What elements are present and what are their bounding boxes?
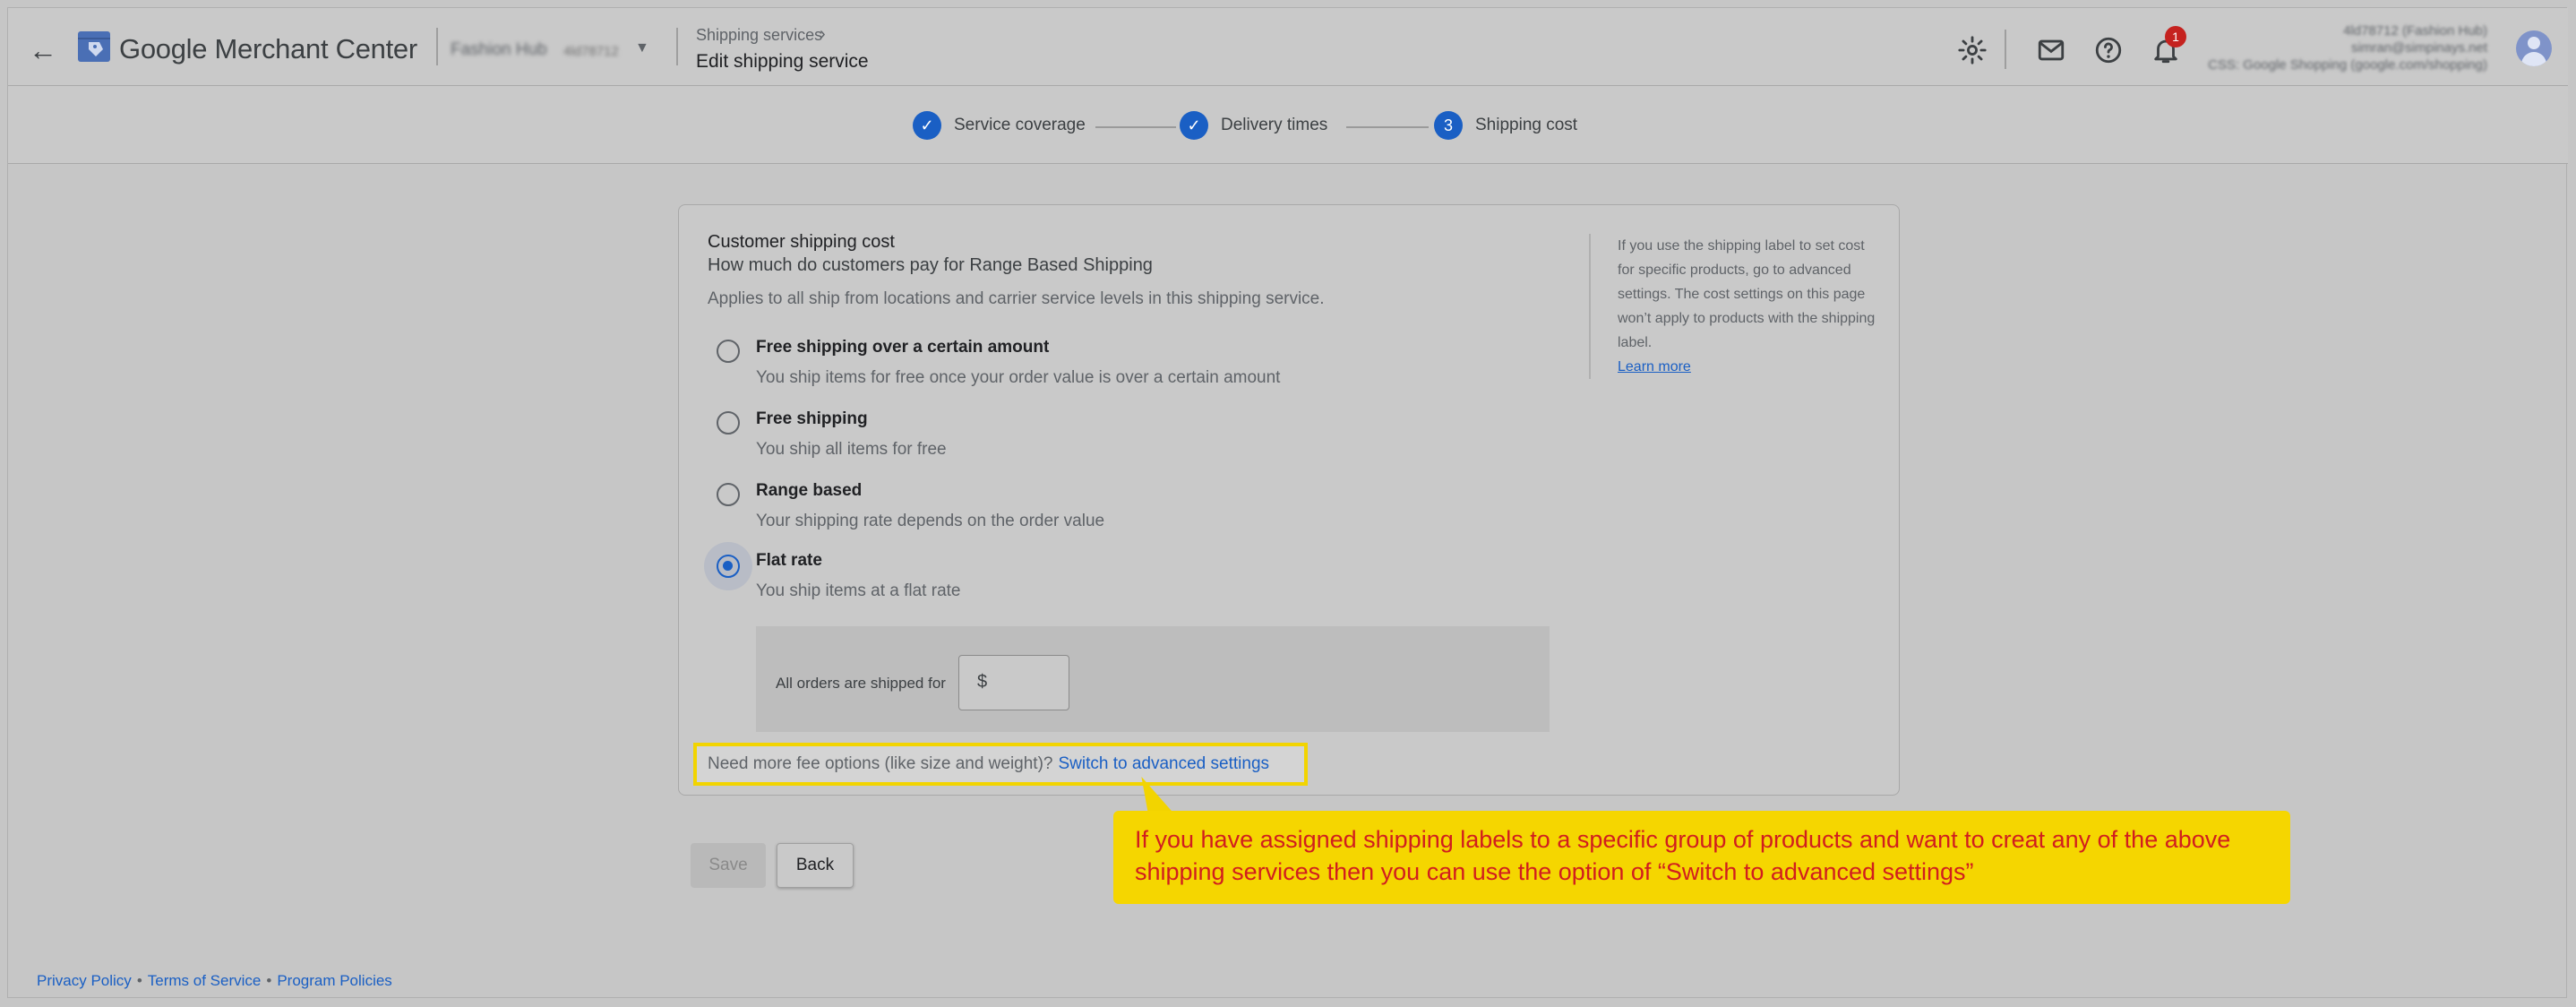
flat-rate-panel: All orders are shipped for $ [756, 626, 1550, 732]
avatar-head-shape [2528, 37, 2540, 49]
radio-range-based[interactable] [717, 483, 740, 506]
user-account-line: 4ld78712 (Fashion Hub) [2343, 23, 2487, 39]
account-name[interactable]: Fashion Hub [451, 40, 547, 60]
check-icon: ✓ [1180, 111, 1208, 140]
card-title: Customer shipping cost [708, 232, 895, 252]
mail-icon[interactable] [2036, 35, 2066, 65]
help-icon[interactable] [2093, 35, 2124, 65]
learn-more-link[interactable]: Learn more [1618, 359, 1691, 374]
stepper: ✓ Service coverage ✓ Delivery times 3 Sh… [8, 86, 2568, 164]
privacy-policy-link[interactable]: Privacy Policy [37, 972, 132, 989]
flat-rate-input[interactable]: $ [958, 655, 1069, 710]
option-description: Your shipping rate depends on the order … [756, 512, 1105, 530]
app-frame: ← Google Merchant Center Fashion Hub 4ld… [7, 7, 2568, 998]
avatar[interactable] [2516, 30, 2552, 66]
step-delivery-times[interactable]: ✓ Delivery times [1180, 111, 1327, 140]
flat-rate-label: All orders are shipped for [776, 675, 946, 692]
currency-prefix: $ [977, 672, 988, 692]
footer-separator: • [136, 972, 142, 989]
save-button[interactable]: Save [691, 843, 766, 888]
account-id: 4ld78712 [563, 44, 619, 59]
notification-badge: 1 [2165, 26, 2186, 47]
side-note-text: If you use the shipping label to set cos… [1618, 238, 1876, 350]
side-note: If you use the shipping label to set cos… [1589, 234, 1877, 379]
breadcrumb-shipping-services[interactable]: Shipping services [696, 26, 822, 45]
account-dropdown-icon[interactable]: ▼ [635, 40, 649, 56]
step-shipping-cost[interactable]: 3 Shipping cost [1434, 111, 1577, 140]
brand-name: Google Merchant Center [119, 33, 417, 65]
shipping-cost-card: Customer shipping cost How much do custo… [678, 204, 1900, 796]
merchant-center-logo-icon [78, 31, 110, 62]
avatar-body-shape [2521, 52, 2546, 66]
check-icon: ✓ [913, 111, 941, 140]
radio-flat-rate[interactable] [717, 555, 740, 578]
user-email: simran@simpinays.net [2351, 40, 2487, 56]
step-number: 3 [1434, 111, 1463, 140]
back-arrow-icon[interactable]: ← [28, 35, 58, 65]
step-label: Service coverage [954, 116, 1086, 134]
option-label: Free shipping over a certain amount [756, 338, 1050, 357]
need-more-text: Need more fee options (like size and wei… [708, 754, 1053, 773]
need-more-fee-options: Need more fee options (like size and wei… [693, 743, 1308, 786]
terms-of-service-link[interactable]: Terms of Service [148, 972, 262, 989]
header-divider [2005, 30, 2006, 69]
option-description: You ship all items for free [756, 440, 947, 459]
gear-icon[interactable] [1957, 35, 1988, 65]
header-divider [676, 28, 678, 65]
radio-free-shipping[interactable] [717, 411, 740, 435]
switch-to-advanced-settings-link[interactable]: Switch to advanced settings [1058, 754, 1269, 774]
option-label: Flat rate [756, 551, 822, 570]
top-header: ← Google Merchant Center Fashion Hub 4ld… [8, 8, 2568, 86]
annotation-callout: If you have assigned shipping labels to … [1113, 811, 2290, 904]
program-policies-link[interactable]: Program Policies [277, 972, 392, 989]
option-description: You ship items at a flat rate [756, 581, 961, 600]
option-label: Free shipping [756, 409, 868, 428]
back-button[interactable]: Back [777, 843, 854, 888]
user-info[interactable]: 4ld78712 (Fashion Hub) simran@simpinays.… [2208, 22, 2487, 73]
footer-separator: • [266, 972, 272, 989]
card-subtitle: How much do customers pay for Range Base… [708, 255, 1153, 275]
step-service-coverage[interactable]: ✓ Service coverage [913, 111, 1086, 140]
step-connector [1346, 126, 1429, 128]
step-label: Shipping cost [1475, 116, 1578, 134]
radio-free-over-amount[interactable] [717, 340, 740, 363]
step-label: Delivery times [1221, 116, 1328, 134]
header-divider [436, 28, 438, 65]
card-applies-text: Applies to all ship from locations and c… [708, 289, 1325, 308]
user-css-line: CSS: Google Shopping (google.com/shoppin… [2208, 57, 2487, 73]
option-label: Range based [756, 481, 863, 500]
step-connector [1095, 126, 1176, 128]
option-description: You ship items for free once your order … [756, 368, 1281, 387]
page-title: Edit shipping service [696, 51, 869, 72]
footer-links: Privacy Policy • Terms of Service • Program … [37, 972, 392, 990]
chevron-right-icon: › [820, 24, 826, 44]
